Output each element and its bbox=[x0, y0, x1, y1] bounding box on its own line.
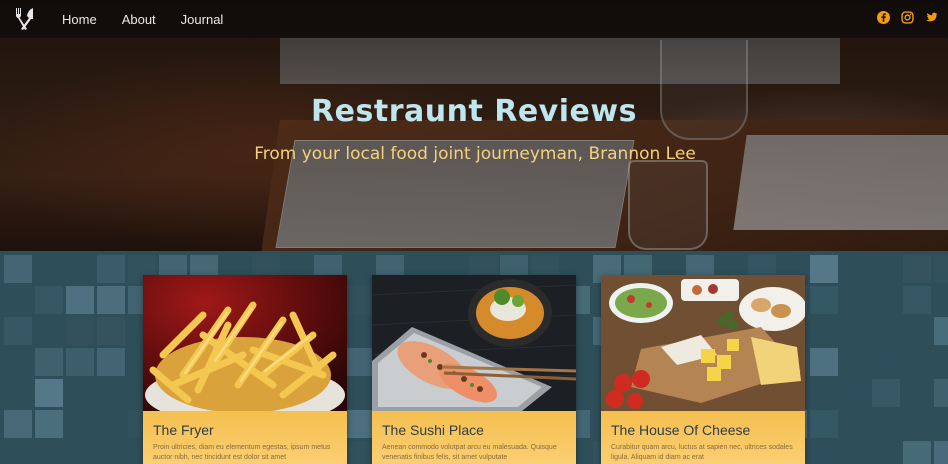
card-title[interactable]: The Sushi Place bbox=[382, 422, 484, 438]
review-card[interactable]: The Fryer Proin ultricies, diam eu eleme… bbox=[143, 275, 347, 464]
fries-photo bbox=[143, 275, 347, 411]
nav-home-link[interactable]: Home bbox=[62, 12, 97, 27]
card-title[interactable]: The House Of Cheese bbox=[611, 422, 750, 438]
navbar: Home About Journal bbox=[0, 0, 948, 38]
instagram-icon[interactable] bbox=[901, 11, 914, 24]
twitter-icon[interactable] bbox=[925, 11, 938, 24]
card-text: Aenean commodo volutpat arcu eu malesuad… bbox=[382, 444, 557, 461]
card-text: Curabitur quam arcu, luctus at sapien ne… bbox=[611, 444, 793, 461]
card-text: Proin ultricies, diam eu elementum egest… bbox=[153, 444, 331, 461]
review-card[interactable]: The House Of Cheese Curabitur quam arcu,… bbox=[601, 275, 805, 464]
hero-subtitle: From your local food joint journeyman, B… bbox=[254, 144, 696, 164]
nav-about-link[interactable]: About bbox=[122, 12, 156, 27]
nav-journal-link[interactable]: Journal bbox=[181, 12, 224, 27]
social-links bbox=[877, 11, 938, 24]
sushi-photo bbox=[372, 275, 576, 411]
fork-knife-logo-icon[interactable] bbox=[12, 6, 38, 32]
review-card[interactable]: The Sushi Place Aenean commodo volutpat … bbox=[372, 275, 576, 464]
hero-title: Restraunt Reviews bbox=[311, 94, 637, 129]
cheese-platter-photo bbox=[601, 275, 805, 411]
facebook-icon[interactable] bbox=[877, 11, 890, 24]
card-title[interactable]: The Fryer bbox=[153, 422, 214, 438]
nav-links: Home About Journal bbox=[62, 0, 223, 38]
